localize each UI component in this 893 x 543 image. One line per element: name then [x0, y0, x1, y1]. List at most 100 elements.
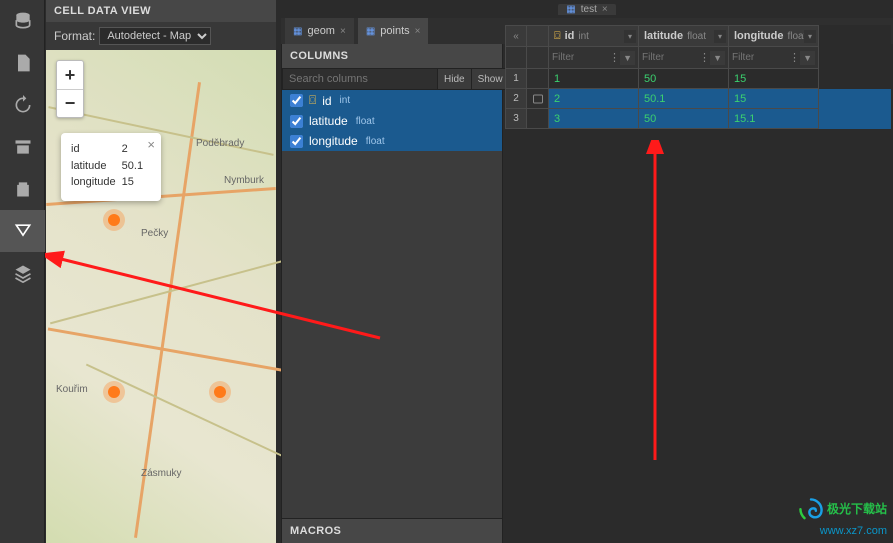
column-item-latitude[interactable]: latitude float [282, 111, 502, 131]
cell-data-view-panel: CELL DATA VIEW Format: Autodetect - Map … [46, 0, 276, 543]
table-row[interactable]: 1 1 50 15 [505, 69, 891, 89]
map-marker[interactable] [108, 214, 120, 226]
filter-input[interactable] [732, 52, 792, 63]
filter-cell-longitude: ⋮ ▼ [729, 47, 819, 69]
hide-columns-button[interactable]: Hide [438, 68, 472, 90]
db-tab-points[interactable]: ▦ points × [358, 18, 429, 44]
popup-value: 50.1 [122, 158, 149, 175]
map-town-label: Nymburk [224, 175, 264, 186]
sidebar-filter-icon[interactable] [0, 210, 45, 252]
column-name: longitude [309, 134, 358, 148]
cell-data-view-title: CELL DATA VIEW [46, 0, 276, 22]
cell-longitude[interactable]: 15.1 [729, 109, 819, 129]
more-icon[interactable]: ⋮ [699, 51, 710, 64]
popup-key: latitude [71, 158, 122, 175]
key-icon: ⌼ [554, 30, 561, 43]
cell-longitude[interactable]: 15 [729, 69, 819, 89]
cell-id[interactable]: 2 [549, 89, 639, 109]
column-checkbox[interactable] [290, 94, 303, 107]
close-icon[interactable]: × [415, 26, 421, 37]
filter-input[interactable] [642, 52, 702, 63]
column-header-latitude[interactable]: latitude float ▾ [639, 25, 729, 47]
row-gutter [527, 109, 549, 129]
column-checkbox[interactable] [290, 115, 303, 128]
sidebar-layers-icon[interactable] [0, 252, 45, 294]
db-tab-geom[interactable]: ▦ geom × [285, 18, 354, 44]
funnel-icon[interactable]: ▼ [620, 51, 635, 65]
column-checkbox[interactable] [290, 135, 303, 148]
column-item-id[interactable]: ⌼ id int [282, 90, 502, 111]
funnel-icon[interactable]: ▼ [710, 51, 725, 65]
sidebar-clipboard-icon[interactable] [0, 168, 45, 210]
column-header-longitude[interactable]: longitude float ▾ [729, 25, 819, 47]
format-label: Format: [54, 29, 95, 43]
grid-header-row: « ⌼ id int ▾ latitude float ▾ longitude … [505, 25, 891, 47]
chevron-down-icon[interactable]: ▾ [714, 30, 726, 43]
more-icon[interactable]: ⋮ [789, 51, 800, 64]
sidebar-database-icon[interactable] [0, 0, 45, 42]
column-header-id[interactable]: ⌼ id int ▾ [549, 25, 639, 47]
columns-panel: COLUMNS Hide Show ⌼ id int latitude floa… [281, 44, 503, 543]
table-row[interactable]: 2 2 50.1 15 [505, 89, 891, 109]
column-item-longitude[interactable]: longitude float [282, 131, 502, 151]
map-feature-popup: × id2 latitude50.1 longitude15 [61, 133, 161, 201]
column-type: float [356, 116, 375, 127]
db-tab-label: points [380, 25, 409, 37]
watermark: 极光下载站 www.xz7.com [798, 497, 887, 537]
cell-id[interactable]: 1 [549, 69, 639, 89]
row-gutter [527, 69, 549, 89]
sidebar-archive-icon[interactable] [0, 126, 45, 168]
map-zoom-control: + − [56, 60, 84, 118]
macros-title: MACROS [282, 518, 502, 543]
more-icon[interactable]: ⋮ [609, 51, 620, 64]
map-marker[interactable] [214, 386, 226, 398]
table-row[interactable]: 3 3 50 15.1 [505, 109, 891, 129]
format-select[interactable]: Autodetect - Map [99, 27, 211, 45]
data-grid-panel: « ⌼ id int ▾ latitude float ▾ longitude … [505, 25, 891, 525]
columns-title: COLUMNS [282, 44, 502, 68]
zoom-in-button[interactable]: + [57, 61, 83, 89]
filter-gutter [527, 47, 549, 69]
popup-key: id [71, 141, 122, 158]
cell-id[interactable]: 3 [549, 109, 639, 129]
row-number[interactable]: 2 [505, 89, 527, 109]
sidebar-document-icon[interactable] [0, 42, 45, 84]
popup-value: 2 [122, 141, 149, 158]
row-number[interactable]: 1 [505, 69, 527, 89]
close-icon[interactable]: × [340, 26, 346, 37]
cell-latitude[interactable]: 50.1 [639, 89, 729, 109]
row-gutter [527, 89, 549, 109]
map-town-label: Zásmuky [141, 468, 182, 479]
cell-latitude[interactable]: 50 [639, 109, 729, 129]
column-type: float [366, 136, 385, 147]
table-icon: ▦ [366, 26, 375, 37]
column-name: id [322, 94, 331, 108]
columns-search-input[interactable] [282, 68, 438, 90]
close-icon[interactable]: × [602, 4, 608, 15]
column-name: latitude [309, 114, 348, 128]
row-number[interactable]: 3 [505, 109, 527, 129]
chevron-down-icon[interactable]: ▾ [624, 30, 636, 43]
column-header-name: id [565, 30, 575, 42]
grid-corner-collapse[interactable]: « [505, 25, 527, 47]
funnel-icon[interactable]: ▼ [800, 51, 815, 65]
popup-key: longitude [71, 174, 122, 191]
cell-longitude[interactable]: 15 [729, 89, 819, 109]
columns-search-row: Hide Show [282, 68, 502, 90]
map-marker[interactable] [108, 386, 120, 398]
popup-table: id2 latitude50.1 longitude15 [71, 141, 149, 191]
watermark-line2: www.xz7.com [820, 525, 887, 537]
workspace-tab-label: test [581, 4, 597, 15]
popup-value: 15 [122, 174, 149, 191]
swirl-icon [798, 497, 824, 523]
workspace-tab[interactable]: ▦ test × [558, 4, 615, 15]
filter-input[interactable] [552, 52, 612, 63]
format-row: Format: Autodetect - Map [46, 22, 276, 50]
cell-latitude[interactable]: 50 [639, 69, 729, 89]
show-columns-button[interactable]: Show [472, 68, 510, 90]
sidebar-history-icon[interactable] [0, 84, 45, 126]
zoom-out-button[interactable]: − [57, 89, 83, 117]
close-icon[interactable]: × [147, 135, 155, 155]
chevron-down-icon[interactable]: ▾ [804, 30, 816, 43]
map-canvas[interactable]: Poděbrady Nymburk Pečky Kouřim Zásmuky +… [46, 50, 276, 543]
